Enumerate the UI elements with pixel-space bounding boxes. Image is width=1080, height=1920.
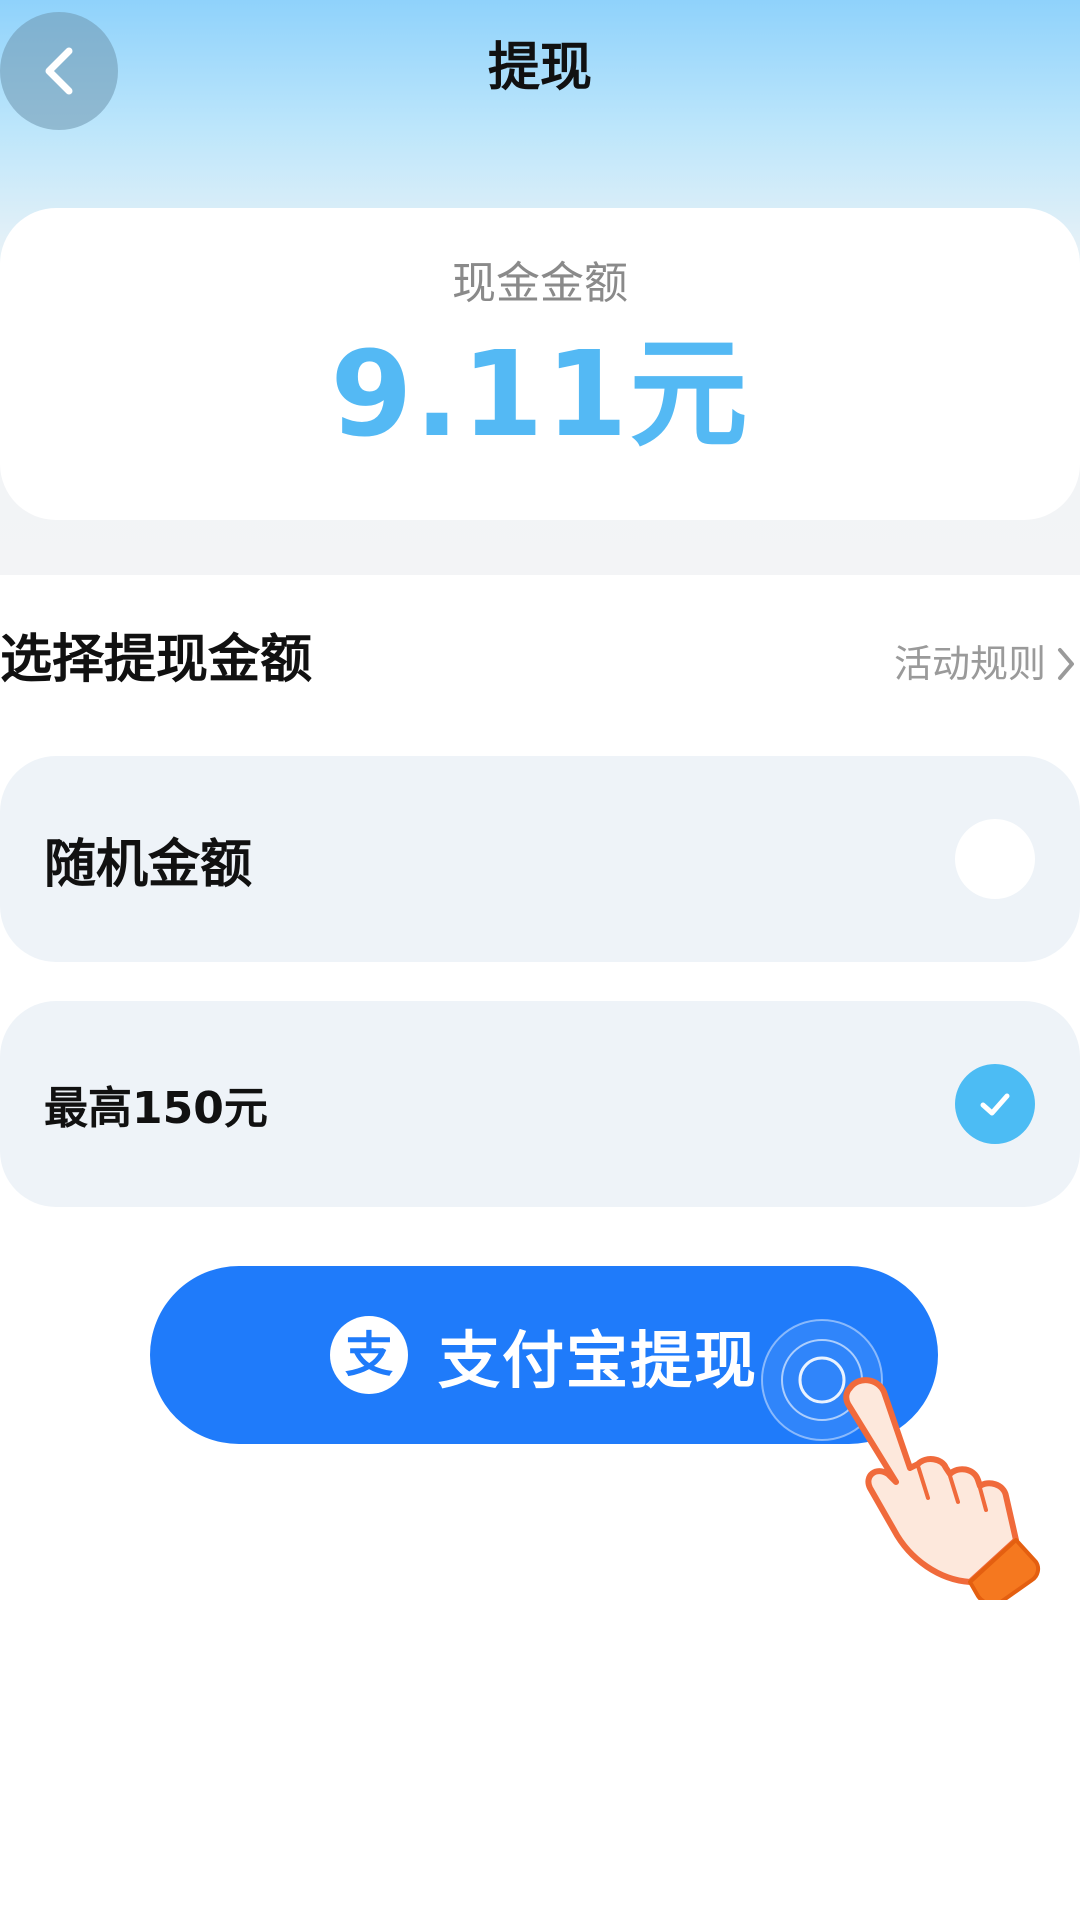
alipay-withdraw-button[interactable]: 支 支付宝提现 — [150, 1266, 938, 1444]
option-label: 随机金额 — [44, 834, 253, 895]
checkmark-icon — [980, 1093, 1010, 1116]
option-label: 最高150元 — [44, 1083, 268, 1134]
activity-rules-link[interactable]: 活动规则 — [894, 638, 1080, 690]
alipay-icon: 支 — [330, 1316, 408, 1394]
withdraw-button-label: 支付宝提现 — [438, 1324, 759, 1397]
chevron-right-icon — [1058, 648, 1074, 680]
option-random-amount[interactable]: 随机金额 — [0, 756, 1080, 962]
hand-pointer-icon — [843, 1377, 1041, 1600]
alipay-glyph: 支 — [344, 1327, 393, 1383]
option-max-amount[interactable]: 最高150元 — [0, 1001, 1080, 1207]
section-title: 选择提现金额 — [0, 630, 313, 690]
balance-card: 现金金额 9.11元 — [0, 208, 1080, 520]
page-title: 提现 — [487, 38, 592, 98]
activity-rules-label: 活动规则 — [893, 642, 1046, 686]
balance-value: 9.11元 — [330, 325, 750, 463]
balance-label: 现金金额 — [452, 258, 628, 309]
radio-checked[interactable] — [955, 1064, 1035, 1144]
radio-unchecked[interactable] — [955, 819, 1035, 899]
